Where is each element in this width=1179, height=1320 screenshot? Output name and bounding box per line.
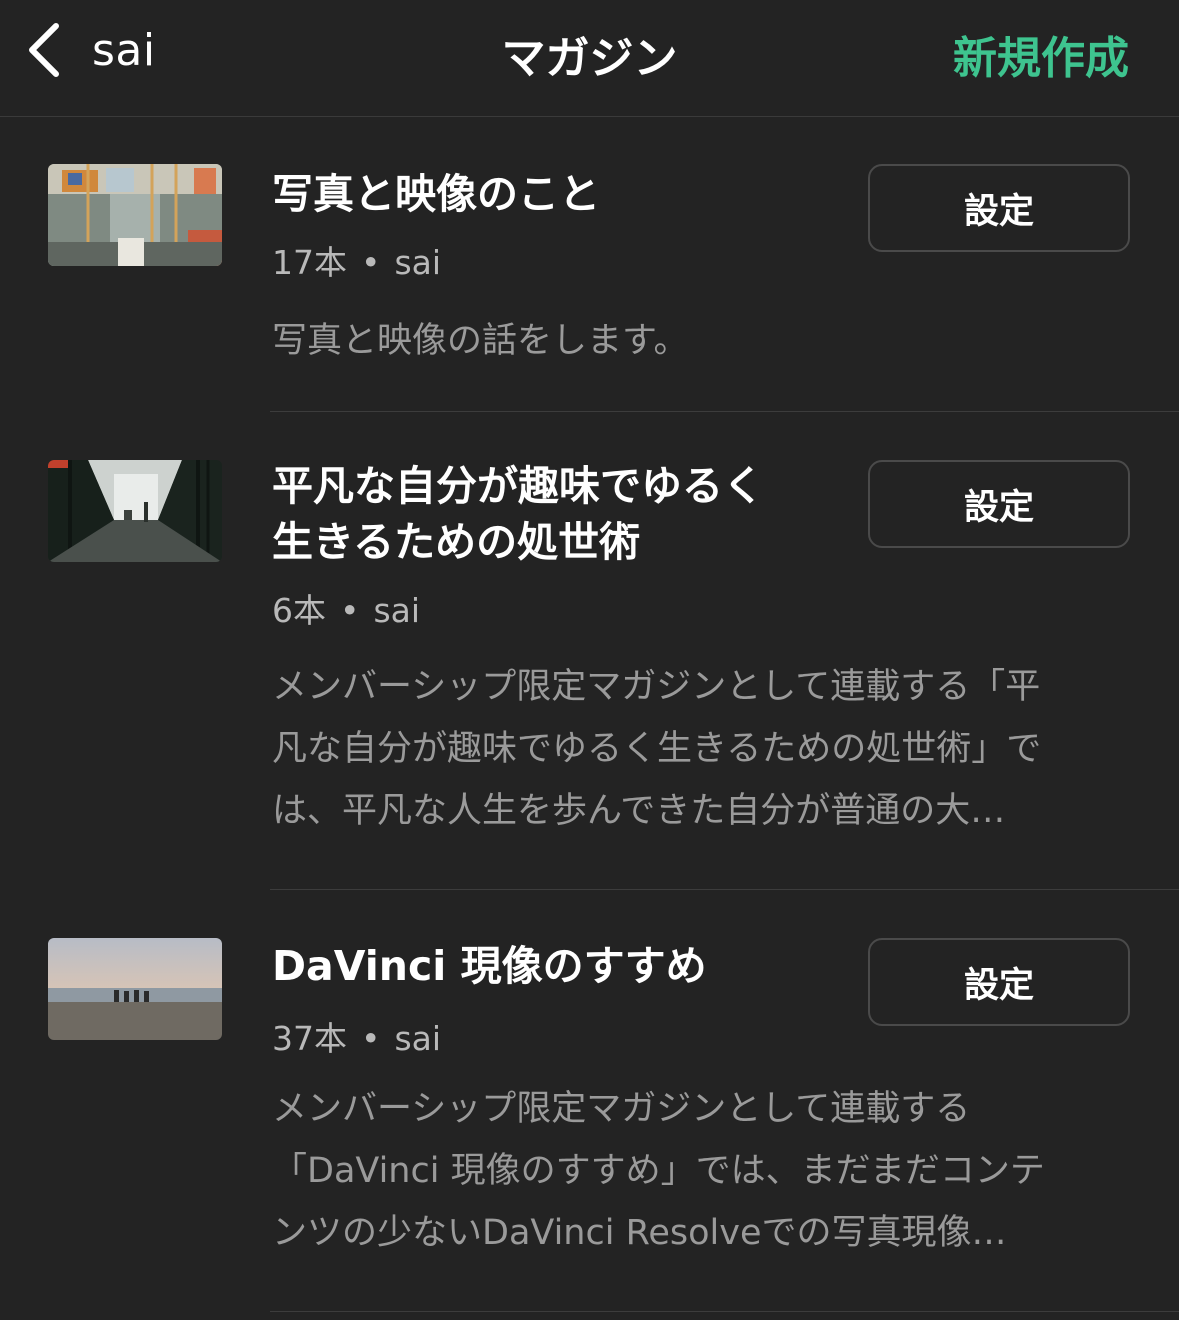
magazine-list: 写真と映像のこと 17本 • sai 写真と映像の話をします。 設定 平凡な自分… <box>0 118 1179 1314</box>
magazine-item[interactable]: DaVinci 現像のすすめ 37本 • sai メンバーシップ限定マガジンとして連… <box>0 890 1179 1314</box>
author-name: sai <box>394 243 442 282</box>
magazine-title[interactable]: DaVinci 現像のすすめ <box>272 938 832 994</box>
divider <box>270 1311 1179 1312</box>
article-count: 37本 <box>272 1019 347 1058</box>
author-name: sai <box>394 1019 442 1058</box>
article-count: 6本 <box>272 591 326 630</box>
article-count: 17本 <box>272 243 347 282</box>
settings-button[interactable]: 設定 <box>868 164 1130 252</box>
separator-dot: • <box>340 591 360 630</box>
magazine-item[interactable]: 写真と映像のこと 17本 • sai 写真と映像の話をします。 設定 <box>0 118 1179 412</box>
back-button[interactable]: sai <box>22 18 156 82</box>
author-name: sai <box>373 591 421 630</box>
magazine-description: 写真と映像の話をします。 <box>272 321 689 361</box>
magazine-title[interactable]: 写真と映像のこと <box>272 166 832 222</box>
magazine-title[interactable]: 平凡な自分が趣味でゆるく 生きるための処世術 <box>272 458 832 570</box>
separator-dot: • <box>361 243 381 282</box>
settings-button[interactable]: 設定 <box>868 938 1130 1026</box>
magazine-description: メンバーシップ限定マガジンとして連載する「平 凡な自分が趣味でゆるく生きるための… <box>272 667 1042 831</box>
create-new-button[interactable]: 新規作成 <box>953 22 1129 86</box>
magazine-meta: 17本 • sai <box>272 236 441 284</box>
magazine-meta: 6本 • sai <box>272 584 420 632</box>
separator-dot: • <box>361 1019 381 1058</box>
train-interior-photo-icon <box>48 164 222 266</box>
settings-button[interactable]: 設定 <box>868 460 1130 548</box>
corridor-photo-icon <box>48 460 222 562</box>
chevron-left-icon <box>29 23 59 77</box>
beach-photo-icon <box>48 938 222 1040</box>
magazine-description: メンバーシップ限定マガジンとして連載する 「DaVinci 現像のすすめ」では、… <box>272 1089 1045 1253</box>
magazine-meta: 37本 • sai <box>272 1012 441 1060</box>
navigation-bar: sai マガジン 新規作成 <box>0 0 1179 117</box>
back-label: sai <box>92 24 156 76</box>
magazine-item[interactable]: 平凡な自分が趣味でゆるく 生きるための処世術 6本 • sai メンバーシップ限定マ… <box>0 412 1179 890</box>
